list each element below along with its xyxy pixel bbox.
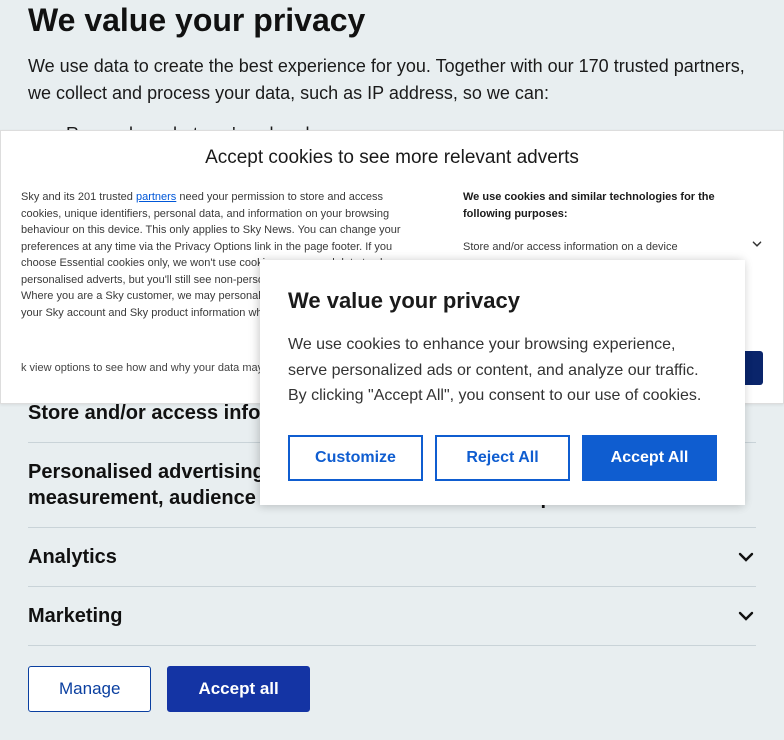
modal-title: We value your privacy [288, 288, 717, 314]
chevron-down-icon [736, 606, 756, 626]
sheet-heading: Accept cookies to see more relevant adve… [21, 147, 763, 169]
modal-body: We use cookies to enhance your browsing … [288, 332, 717, 409]
page-title: We value your privacy [28, 2, 756, 39]
section-label: Analytics [28, 544, 117, 570]
main-buttons: Manage Accept all [28, 666, 756, 712]
purpose-item[interactable]: Store and/or access information on a dev… [463, 234, 763, 260]
intro-text: We use data to create the best experienc… [28, 53, 756, 107]
sheet-text-pre: Sky and its 201 trusted [21, 191, 136, 203]
section-marketing[interactable]: Marketing [28, 587, 756, 646]
chevron-down-icon [736, 547, 756, 567]
modal-buttons: Customize Reject All Accept All [288, 435, 717, 481]
purpose-label: Store and/or access information on a dev… [463, 239, 678, 256]
customize-button[interactable]: Customize [288, 435, 423, 481]
section-analytics[interactable]: Analytics [28, 528, 756, 587]
reject-all-button[interactable]: Reject All [435, 435, 570, 481]
partners-link[interactable]: partners [136, 191, 176, 203]
manage-button[interactable]: Manage [28, 666, 151, 712]
cookie-consent-modal: We value your privacy We use cookies to … [260, 260, 745, 505]
accept-all-modal-button[interactable]: Accept All [582, 435, 717, 481]
chevron-down-icon [751, 238, 763, 256]
purposes-title: We use cookies and similar technologies … [463, 189, 763, 222]
accept-all-button[interactable]: Accept all [167, 666, 309, 712]
section-label: Marketing [28, 603, 122, 629]
